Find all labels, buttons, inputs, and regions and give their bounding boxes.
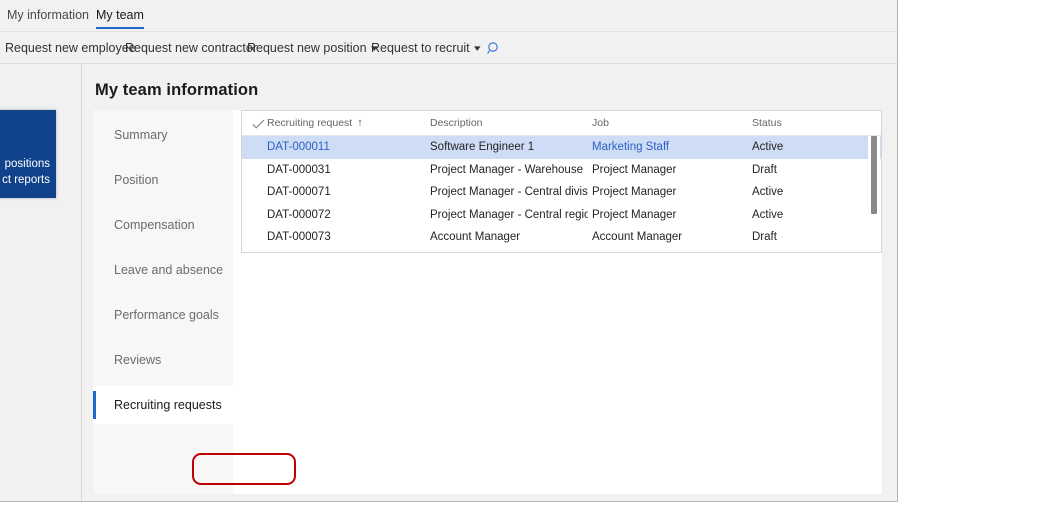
- column-header-job[interactable]: Job: [592, 111, 609, 136]
- table-row[interactable]: DAT-000011 Software Engineer 1 Marketing…: [242, 136, 881, 159]
- column-header-recruiting-request[interactable]: Recruiting request ↑: [267, 111, 363, 136]
- cell-job: Project Manager: [592, 204, 750, 227]
- cell-recruiting-request[interactable]: DAT-000031: [267, 159, 427, 182]
- sidebar-item-recruiting-requests-label: Recruiting requests: [114, 398, 222, 412]
- toolbar-button-request-new-position-label: Request new position: [247, 41, 367, 55]
- grid-vertical-scrollbar[interactable]: [868, 136, 880, 252]
- tab-my-information-label: My information: [7, 8, 89, 22]
- action-toolbar: Request new employee Request new contrac…: [0, 32, 898, 64]
- table-row[interactable]: DAT-000031 Project Manager - Warehouse P…: [242, 159, 881, 182]
- column-header-description-label: Description: [430, 117, 483, 129]
- sidebar-item-leave-and-absence[interactable]: Leave and absence: [93, 251, 233, 289]
- sidebar-item-summary-label: Summary: [114, 128, 167, 142]
- sidebar-item-summary[interactable]: Summary: [93, 116, 233, 154]
- sidebar-item-compensation[interactable]: Compensation: [93, 206, 233, 244]
- sort-ascending-icon: ↑: [357, 111, 363, 136]
- column-header-status[interactable]: Status: [752, 111, 782, 136]
- cell-job: Account Manager: [592, 226, 750, 249]
- table-row[interactable]: DAT-000072 Project Manager - Central reg…: [242, 204, 881, 227]
- vertical-nav: Summary Position Compensation Leave and …: [93, 110, 233, 494]
- cell-description: Project Manager - Warehouse: [430, 159, 588, 182]
- top-tab-strip: My information My team: [0, 0, 898, 32]
- column-header-status-label: Status: [752, 117, 782, 129]
- tab-my-information[interactable]: My information: [7, 0, 89, 32]
- sidebar-item-position-label: Position: [114, 173, 158, 187]
- toolbar-button-request-new-contractor-label: Request new contractor: [125, 41, 257, 55]
- app-window: My information My team Request new emplo…: [0, 0, 898, 502]
- cell-recruiting-request[interactable]: DAT-000071: [267, 181, 427, 204]
- tab-my-team-label: My team: [96, 8, 144, 22]
- cell-recruiting-request[interactable]: DAT-000073: [267, 226, 427, 249]
- cell-status: Active: [752, 181, 872, 204]
- sidebar-item-recruiting-requests[interactable]: Recruiting requests: [93, 386, 233, 424]
- navigation-flyout-panel[interactable]: positions ct reports: [0, 110, 56, 198]
- flyout-item-direct-reports[interactable]: ct reports: [2, 174, 50, 186]
- grid-header-row: Recruiting request ↑ Description Job Stat…: [242, 111, 881, 136]
- toolbar-button-request-new-employee-label: Request new employee: [5, 41, 136, 55]
- cell-description: Project Manager - Central region: [430, 204, 588, 227]
- search-icon[interactable]: [484, 32, 506, 64]
- column-header-recruiting-request-label: Recruiting request: [267, 117, 352, 129]
- column-header-job-label: Job: [592, 117, 609, 129]
- cell-status: Active: [752, 136, 872, 159]
- checkmark-icon[interactable]: [250, 111, 268, 136]
- cell-status: Active: [752, 204, 872, 227]
- chevron-down-icon: ▾: [474, 32, 481, 64]
- cell-description: Account Manager: [430, 226, 588, 249]
- cell-status: Draft: [752, 226, 872, 249]
- toolbar-button-request-to-recruit-label: Request to recruit: [371, 41, 470, 55]
- toolbar-button-request-new-contractor[interactable]: Request new contractor: [125, 32, 257, 64]
- cell-job: Project Manager: [592, 159, 750, 182]
- toolbar-button-request-to-recruit[interactable]: Request to recruit ▾: [371, 32, 479, 64]
- sidebar-item-performance-goals[interactable]: Performance goals: [93, 296, 233, 334]
- cell-job: Project Manager: [592, 181, 750, 204]
- cell-description: Software Engineer 1: [430, 136, 588, 159]
- toolbar-button-request-new-employee[interactable]: Request new employee: [5, 32, 136, 64]
- content-area: My team information Summary Position Com…: [81, 64, 898, 502]
- cell-recruiting-request[interactable]: DAT-000011: [267, 136, 427, 159]
- sidebar-selection-indicator: [93, 391, 96, 419]
- column-header-description[interactable]: Description: [430, 111, 483, 136]
- table-row[interactable]: DAT-000071 Project Manager - Central div…: [242, 181, 881, 204]
- cell-status: Draft: [752, 159, 872, 182]
- flyout-item-positions[interactable]: positions: [5, 158, 50, 170]
- sidebar-item-reviews[interactable]: Reviews: [93, 341, 233, 379]
- table-row[interactable]: DAT-000073 Account Manager Account Manag…: [242, 226, 881, 249]
- cell-recruiting-request[interactable]: DAT-000072: [267, 204, 427, 227]
- cell-description: Project Manager - Central divisi...: [430, 181, 588, 204]
- page-title: My team information: [95, 81, 258, 100]
- cell-job[interactable]: Marketing Staff: [592, 136, 750, 159]
- sidebar-item-reviews-label: Reviews: [114, 353, 161, 367]
- sidebar-item-position[interactable]: Position: [93, 161, 233, 199]
- sidebar-item-compensation-label: Compensation: [114, 218, 195, 232]
- tab-my-team[interactable]: My team: [96, 0, 144, 32]
- toolbar-button-request-new-position[interactable]: Request new position▾: [247, 32, 376, 64]
- grid-scrollbar-thumb[interactable]: [871, 136, 877, 214]
- sidebar-item-performance-goals-label: Performance goals: [114, 308, 219, 322]
- recruiting-requests-grid: Recruiting request ↑ Description Job Stat…: [241, 110, 882, 253]
- sidebar-item-leave-and-absence-label: Leave and absence: [114, 263, 223, 277]
